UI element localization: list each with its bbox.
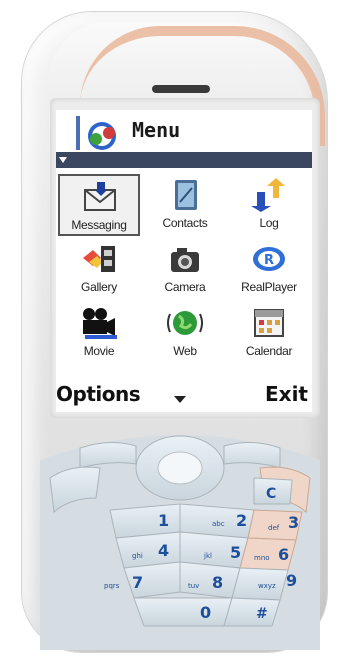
letters-wxyz: wxyz [258, 582, 276, 590]
camera-icon [171, 248, 199, 272]
key-0[interactable] [133, 597, 233, 627]
menu-item-messaging[interactable]: Messaging [58, 174, 140, 236]
key-label-9: 9 [286, 571, 297, 590]
menu-item-label: Contacts [162, 216, 208, 230]
earpiece [152, 85, 210, 93]
contacts-book-icon [175, 180, 197, 210]
calendar-icon [254, 309, 284, 337]
menu-item-label: Camera [164, 280, 206, 294]
exit-softkey[interactable]: Exit [265, 382, 308, 406]
menu-item-label: Calendar [245, 344, 293, 358]
key-label-2: 2 [236, 511, 247, 530]
letters-def: def [268, 524, 280, 532]
key-label-7: 7 [132, 573, 143, 592]
globe-icon [167, 311, 203, 335]
letters-abc: abc [212, 520, 225, 528]
navi-down-icon [59, 157, 67, 163]
menu-item-movie[interactable]: Movie [58, 302, 140, 364]
menu-item-gallery[interactable]: Gallery [58, 238, 140, 300]
key-label-8: 8 [212, 573, 223, 592]
letters-tuv: tuv [188, 582, 199, 590]
menu-item-label: Movie [83, 344, 115, 358]
menu-item-camera[interactable]: Camera [144, 238, 226, 300]
softkey-bar: Options Exit [56, 382, 312, 412]
movie-camera-icon [83, 308, 117, 339]
letters-pqrs: pqrs [104, 582, 120, 590]
menu-item-label: RealPlayer [241, 280, 297, 294]
log-arrows-icon [251, 178, 285, 212]
options-softkey[interactable]: Options [56, 382, 141, 406]
menu-item-calendar[interactable]: Calendar [228, 302, 310, 364]
page-title: Menu [132, 118, 181, 142]
key-label-clear: C [266, 486, 276, 502]
key-hash[interactable] [223, 597, 281, 627]
menu-item-log[interactable]: Log [228, 174, 310, 236]
envelope-icon [84, 182, 116, 211]
realplayer-icon: R [253, 247, 285, 271]
menu-item-realplayer[interactable]: R RealPlayer [228, 238, 310, 300]
menu-item-label: Gallery [81, 280, 117, 294]
key-label-5: 5 [230, 543, 241, 562]
key-label-hash: # [256, 606, 268, 622]
menu-item-contacts[interactable]: Contacts [144, 174, 226, 236]
menu-item-label: Web [173, 344, 197, 358]
keypad: 1 2 3 4 5 6 7 8 9 0 # C abc def ghi jkl … [40, 435, 320, 650]
letters-jkl: jkl [203, 552, 212, 560]
key-label-3: 3 [288, 513, 299, 532]
navigation-strip [56, 152, 312, 168]
menu-app-icon [76, 116, 116, 150]
key-label-0: 0 [200, 603, 211, 622]
svg-text:R: R [264, 253, 274, 268]
menu-grid: Messaging Contacts Log Gallery Camera R … [56, 174, 312, 380]
menu-item-web[interactable]: Web [144, 302, 226, 364]
key-label-1: 1 [158, 511, 169, 530]
select-key[interactable] [157, 451, 203, 485]
gallery-icon [83, 246, 115, 272]
phone-screen: Menu Messaging Contacts Log Gallery Came… [56, 110, 312, 412]
key-8[interactable] [179, 561, 241, 599]
key-label-6: 6 [278, 545, 289, 564]
title-bar: Menu [56, 110, 312, 152]
menu-item-label: Messaging [71, 218, 127, 232]
scroll-down-icon [174, 396, 186, 403]
letters-mno: mno [254, 554, 270, 562]
menu-item-label: Log [259, 216, 279, 230]
letters-ghi: ghi [132, 552, 143, 560]
key-label-4: 4 [158, 541, 169, 560]
